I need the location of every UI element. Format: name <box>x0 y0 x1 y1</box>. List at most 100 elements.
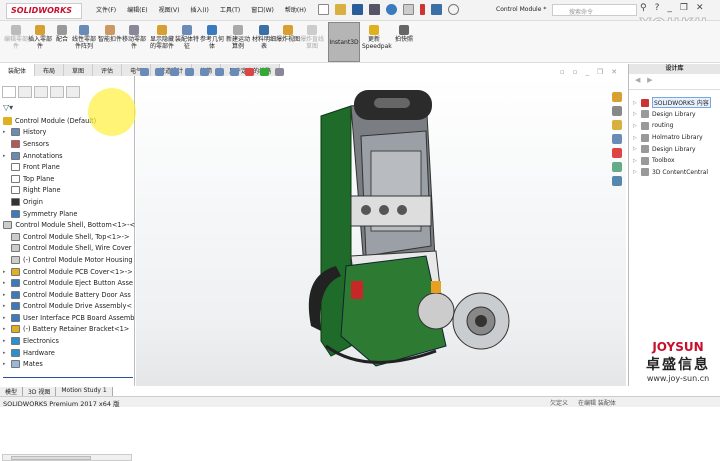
tree-item[interactable]: Origin <box>3 196 135 208</box>
library-item[interactable]: ▷ Design Library <box>633 109 711 121</box>
appearances-tab[interactable] <box>612 148 622 158</box>
tree-item[interactable]: ▸ User Interface PCB Board Assemb <box>3 312 135 324</box>
expand-arrow[interactable]: ▸ <box>3 326 11 332</box>
tree-item[interactable]: Front Plane <box>3 161 135 173</box>
cmd-tab[interactable]: 装配体 <box>0 64 36 76</box>
rollback-bar[interactable] <box>3 377 133 378</box>
help-icon[interactable]: ? <box>655 3 660 13</box>
file-explorer-tab[interactable] <box>612 120 622 130</box>
library-item[interactable]: ▷ Design Library <box>633 143 711 155</box>
expand-arrow[interactable]: ▷ <box>633 146 641 152</box>
tree-item[interactable]: Control Module Shell, Wire Cover <box>3 243 135 255</box>
restore-button[interactable]: ❐ <box>680 3 688 13</box>
ribbon-button[interactable]: 爆炸直线草图 <box>300 25 324 50</box>
ribbon-button[interactable]: 新建运动算例 <box>226 25 250 50</box>
view-settings-icon[interactable] <box>275 68 284 76</box>
custom-properties-tab[interactable] <box>612 162 622 172</box>
expand-arrow[interactable]: ▸ <box>3 315 11 321</box>
display-manager-tab[interactable] <box>66 86 80 98</box>
ribbon-button[interactable]: 显示隐藏的零部件 <box>150 25 174 50</box>
expand-arrow[interactable]: ▸ <box>3 350 11 356</box>
scene-icon[interactable] <box>260 68 269 76</box>
close-button[interactable]: ✕ <box>696 3 704 13</box>
new-icon[interactable] <box>318 4 329 15</box>
expand-arrow[interactable]: ▸ <box>3 269 11 275</box>
ribbon-button[interactable]: 材料明细表 <box>252 25 276 50</box>
search-icon[interactable]: ⚲ <box>640 3 647 13</box>
forward-icon[interactable]: ▶ <box>647 76 652 84</box>
tree-item[interactable]: ▸ Control Module Eject Button Asse <box>3 277 135 289</box>
zoom-area-icon[interactable] <box>155 68 164 76</box>
menu-item[interactable]: 插入(I) <box>190 5 208 14</box>
tree-item[interactable]: ▸ Hardware <box>3 347 135 359</box>
expand-arrow[interactable]: ▸ <box>3 129 11 135</box>
zoom-to-fit-icon[interactable] <box>140 68 149 76</box>
expand-arrow[interactable]: ▸ <box>3 153 11 159</box>
tree-item[interactable]: Right Plane <box>3 185 135 197</box>
ribbon-button[interactable]: 编辑零部件 <box>4 25 28 50</box>
ribbon-button[interactable]: 配合 <box>50 25 74 43</box>
feature-manager-tab[interactable] <box>2 86 16 98</box>
tree-item[interactable]: ▸ Control Module Drive Assembly< <box>3 301 135 313</box>
menu-item[interactable]: 工具(T) <box>220 5 240 14</box>
menu-item[interactable]: 帮助(H) <box>285 5 306 14</box>
ribbon-button[interactable]: 装配体特征 <box>175 25 199 50</box>
tree-item[interactable]: ▸ Mates <box>3 358 135 370</box>
cmd-tab[interactable]: 评估 <box>93 64 123 76</box>
dimxpert-tab[interactable] <box>50 86 64 98</box>
tile2-icon[interactable]: ▫ <box>573 68 578 76</box>
vp-close-button[interactable]: ✕ <box>611 68 617 76</box>
menu-item[interactable]: 视图(V) <box>159 5 180 14</box>
model-tab[interactable]: Motion Study 1 <box>56 387 113 396</box>
library-item[interactable]: ▷ routing <box>633 120 711 132</box>
tree-item[interactable]: Top Plane <box>3 173 135 185</box>
ribbon-button[interactable]: 拍快照 <box>392 25 416 43</box>
expand-arrow[interactable]: ▸ <box>3 361 11 367</box>
save-icon[interactable] <box>352 4 363 15</box>
vp-minimize-button[interactable]: _ <box>586 68 590 76</box>
view-palette-tab[interactable] <box>612 134 622 144</box>
tree-item[interactable]: ▸ Annotations <box>3 150 135 162</box>
instant3d-button[interactable]: Instant3D <box>328 22 360 62</box>
file-properties-icon[interactable] <box>431 4 442 15</box>
tree-item[interactable]: Control Module Shell, Bottom<1>-< <box>3 219 135 231</box>
ribbon-button[interactable]: 移动零部件 <box>122 25 146 50</box>
design-library-tab[interactable] <box>612 106 622 116</box>
cmd-tab[interactable]: 草图 <box>64 64 94 76</box>
minimize-button[interactable]: _ <box>667 3 672 13</box>
ribbon-button[interactable]: 参考几何体 <box>200 25 224 50</box>
forum-tab[interactable] <box>612 176 622 186</box>
expand-arrow[interactable]: ▸ <box>3 338 11 344</box>
search-commands-input[interactable]: 搜索命令 <box>552 4 637 16</box>
tree-item[interactable]: (-) Control Module Motor Housing <box>3 254 135 266</box>
property-manager-tab[interactable] <box>18 86 32 98</box>
graphics-area[interactable] <box>136 76 626 386</box>
appearance-icon[interactable] <box>245 68 254 76</box>
print-icon[interactable] <box>369 4 380 15</box>
expand-arrow[interactable]: ▸ <box>3 280 11 286</box>
tree-item[interactable]: ▸ Electronics <box>3 335 135 347</box>
ribbon-button[interactable]: 插入零部件 <box>28 25 52 50</box>
expand-arrow[interactable]: ▷ <box>633 123 641 129</box>
menu-item[interactable]: 编辑(E) <box>127 5 147 14</box>
expand-arrow[interactable]: ▷ <box>633 135 641 141</box>
horizontal-scrollbar[interactable] <box>2 454 132 461</box>
tree-item[interactable]: ▸ (-) Battery Retainer Bracket<1> <box>3 324 135 336</box>
library-item[interactable]: ▷ 3D ContentCentral <box>633 167 711 179</box>
tree-item[interactable]: ▸ Control Module Battery Door Ass <box>3 289 135 301</box>
model-tab[interactable]: 3D 视图 <box>23 387 57 396</box>
previous-view-icon[interactable] <box>170 68 179 76</box>
tree-item[interactable]: ▸ Control Module PCB Cover<1>-> <box>3 266 135 278</box>
menu-item[interactable]: 文件(F) <box>96 5 116 14</box>
configuration-manager-tab[interactable] <box>34 86 48 98</box>
hide-show-icon[interactable] <box>230 68 239 76</box>
resources-tab[interactable] <box>612 92 622 102</box>
vp-restore-button[interactable]: ❐ <box>597 68 603 76</box>
library-item[interactable]: ▷ Toolbox <box>633 155 711 167</box>
expand-arrow[interactable]: ▷ <box>633 111 641 117</box>
rebuild-icon[interactable] <box>420 4 425 15</box>
tree-item[interactable]: Symmetry Plane <box>3 208 135 220</box>
tile-icon[interactable]: ▫ <box>560 68 565 76</box>
tree-item[interactable]: Control Module Shell, Top<1>-> <box>3 231 135 243</box>
model-tab[interactable]: 模型 <box>0 387 24 396</box>
